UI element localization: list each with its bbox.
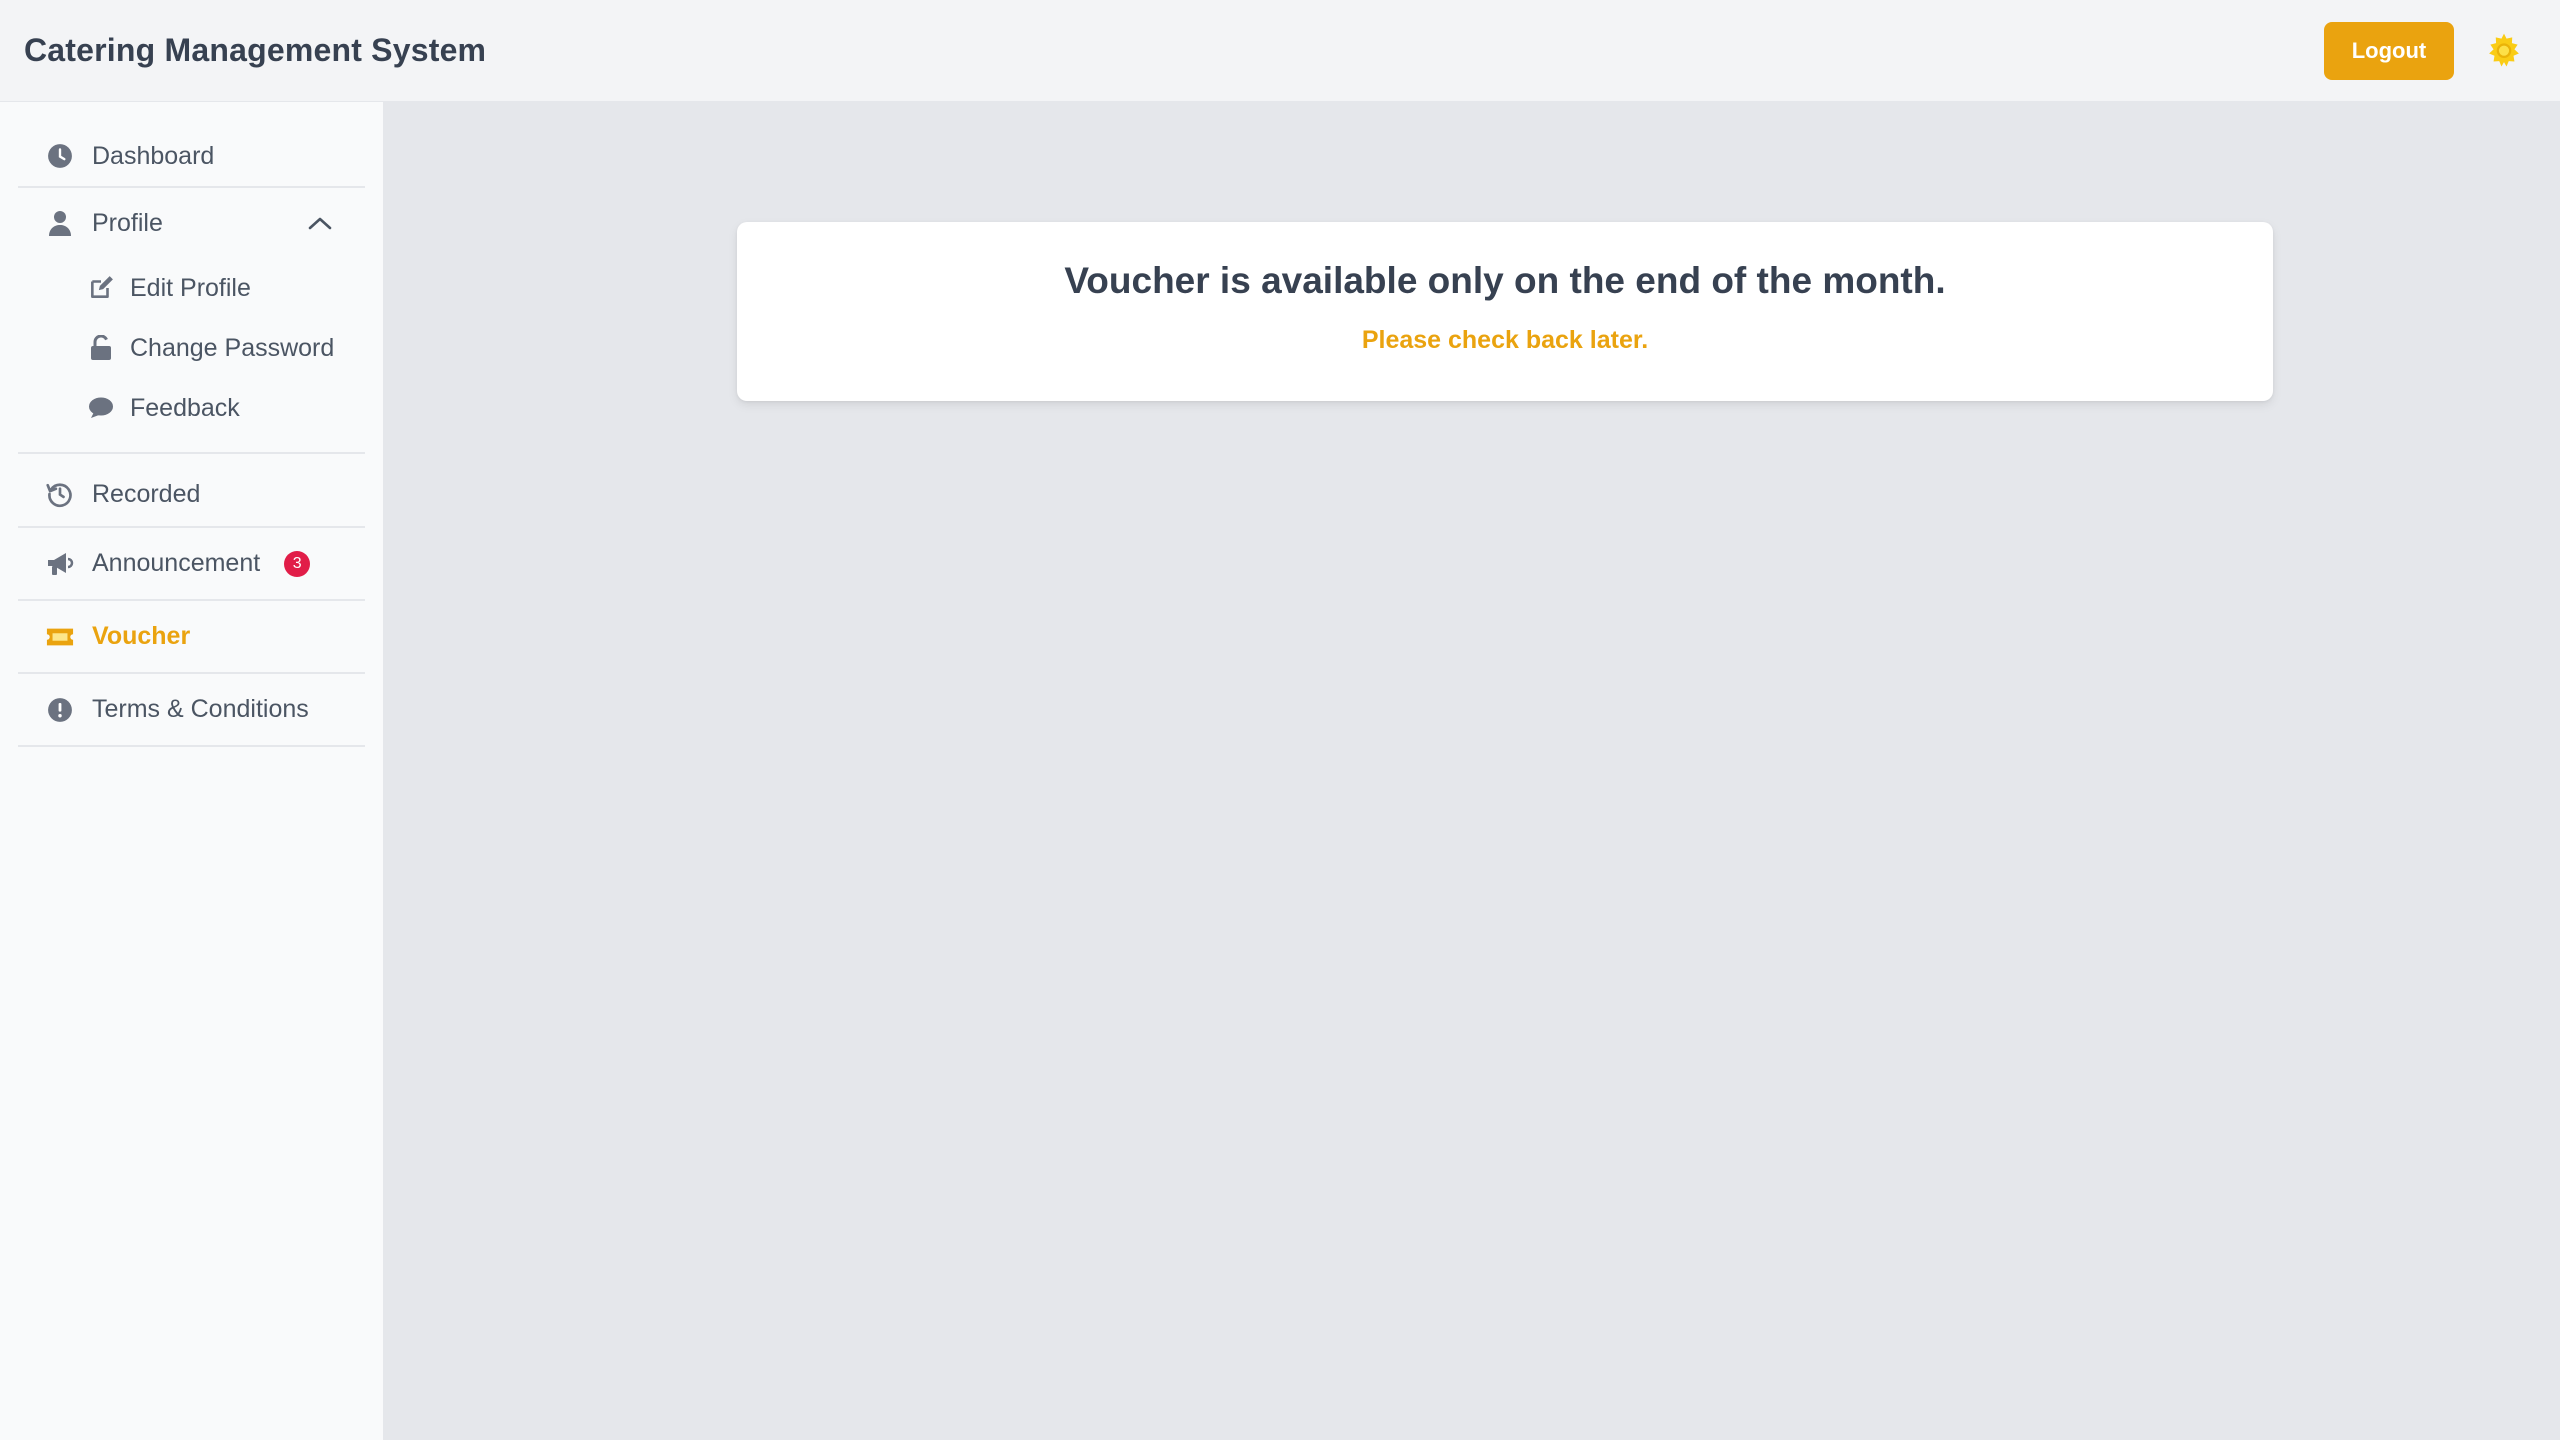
megaphone-icon (46, 550, 74, 578)
sidebar-item-recorded[interactable]: Recorded (18, 454, 365, 528)
sidebar-item-label: Announcement (92, 549, 261, 577)
header-actions: Logout (2324, 21, 2524, 80)
notification-badge: 3 (284, 550, 311, 577)
clock-icon (46, 142, 74, 170)
sidebar-item-dashboard[interactable]: Dashboard (18, 126, 365, 188)
sidebar-subitem-feedback[interactable]: Feedback (18, 378, 365, 438)
top-header: Catering Management System Logout (0, 0, 2560, 102)
sidebar-item-label: Dashboard (92, 141, 215, 170)
app-title: Catering Management System (24, 32, 487, 68)
voucher-message-card: Voucher is available only on the end of … (737, 222, 2273, 401)
history-icon (46, 480, 74, 508)
message-subtitle: Please check back later. (1361, 326, 1649, 354)
sidebar-item-terms[interactable]: Terms & Conditions (18, 674, 365, 747)
user-icon (46, 209, 74, 237)
message-title: Voucher is available only on the end of … (1064, 260, 1946, 301)
logout-button[interactable]: Logout (2324, 21, 2454, 80)
sidebar-subitem-label: Feedback (130, 393, 240, 422)
chevron-up-icon[interactable] (307, 209, 333, 238)
sidebar-item-label: Voucher (92, 622, 191, 650)
sidebar-subitem-label: Change Password (130, 333, 335, 362)
comment-icon (88, 395, 114, 421)
sun-icon[interactable] (2484, 31, 2524, 71)
sidebar-item-label: Recorded (92, 479, 201, 508)
sidebar-item-announcement[interactable]: Announcement 3 (18, 528, 365, 601)
edit-icon (88, 275, 114, 301)
unlock-icon (88, 335, 114, 361)
sidebar-subitem-edit-profile[interactable]: Edit Profile (18, 258, 365, 318)
sidebar-item-label: Terms & Conditions (92, 695, 309, 723)
ticket-icon (46, 623, 74, 651)
sidebar-item-label: Profile (92, 208, 163, 237)
profile-group: Profile Edit Profile Change Password Fee… (18, 188, 365, 454)
sidebar: Dashboard Profile Edit Profile Change Pa… (0, 102, 384, 1440)
sidebar-item-voucher[interactable]: Voucher (18, 601, 365, 674)
sidebar-subitem-label: Edit Profile (130, 273, 251, 302)
sidebar-item-profile[interactable]: Profile (18, 188, 365, 258)
exclamation-circle-icon (46, 696, 74, 724)
sidebar-subitem-change-password[interactable]: Change Password (18, 318, 365, 378)
